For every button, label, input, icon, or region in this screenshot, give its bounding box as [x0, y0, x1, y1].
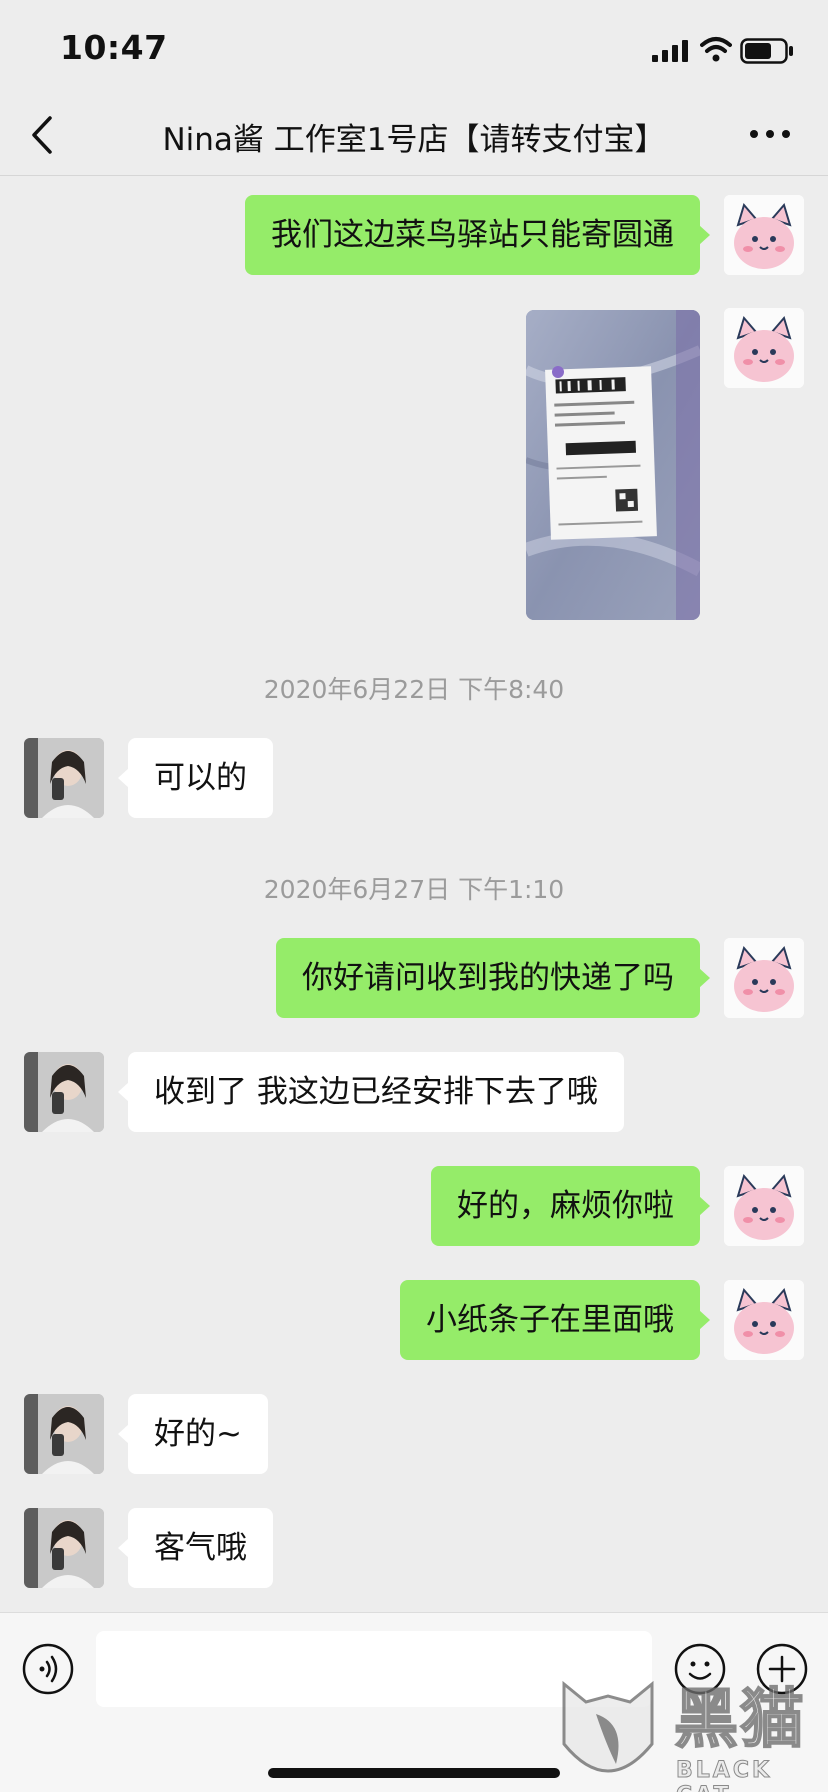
message-row: [0, 308, 828, 620]
message-row: 我们这边菜鸟驿站只能寄圆通: [0, 195, 828, 275]
chat-header: Nina酱 工作室1号店【请转支付宝】: [0, 96, 828, 176]
contact-avatar[interactable]: [24, 1508, 104, 1588]
my-avatar[interactable]: [724, 195, 804, 275]
battery-icon: [740, 38, 793, 64]
wifi-icon: [700, 37, 732, 62]
contact-avatar[interactable]: [24, 1052, 104, 1132]
message-row: 收到了 我这边已经安排下去了哦: [0, 1052, 828, 1132]
my-avatar[interactable]: [724, 938, 804, 1018]
contact-photo: [24, 738, 104, 818]
home-indicator: [268, 1768, 560, 1778]
pink-cat-avatar-icon: [724, 1166, 804, 1246]
my-message-bubble[interactable]: 我们这边菜鸟驿站只能寄圆通: [245, 195, 710, 275]
signal-icon: [652, 40, 688, 62]
timestamp: 2020年6月22日 下午8:40: [263, 675, 565, 704]
package-photo: [526, 310, 700, 620]
contact-message-bubble[interactable]: 客气哦: [118, 1508, 273, 1588]
my-avatar[interactable]: [724, 1280, 804, 1360]
my-message-bubble[interactable]: 好的，麻烦你啦: [431, 1166, 710, 1246]
voice-icon[interactable]: [22, 1643, 74, 1695]
message-row: 好的~: [0, 1394, 828, 1474]
watermark-title: 黑猫: [673, 1682, 806, 1758]
contact-avatar[interactable]: [24, 1394, 104, 1474]
contact-message-bubble[interactable]: 收到了 我这边已经安排下去了哦: [118, 1052, 624, 1132]
contact-photo: [24, 1052, 104, 1132]
pink-cat-avatar-icon: [724, 1280, 804, 1360]
status-time: 10:47: [60, 28, 168, 67]
my-avatar[interactable]: [724, 1166, 804, 1246]
pink-cat-avatar-icon: [724, 938, 804, 1018]
my-message-bubble[interactable]: 小纸条子在里面哦: [400, 1280, 710, 1360]
pink-cat-avatar-icon: [724, 308, 804, 388]
my-message-bubble[interactable]: 你好请问收到我的快递了吗: [276, 938, 710, 1018]
chat-title: Nina酱 工作室1号店【请转支付宝】: [162, 122, 666, 158]
more-icon[interactable]: [748, 124, 792, 144]
contact-message-bubble[interactable]: 可以的: [118, 738, 273, 818]
back-icon[interactable]: [28, 110, 60, 160]
watermark-subtitle: BLACK CAT: [676, 1758, 773, 1792]
message-row: 好的，麻烦你啦: [0, 1166, 828, 1246]
timestamp: 2020年6月27日 下午1:10: [263, 875, 565, 904]
my-avatar[interactable]: [724, 308, 804, 388]
contact-message-bubble[interactable]: 好的~: [118, 1394, 268, 1474]
message-row: 可以的: [0, 738, 828, 818]
status-bar: 10:47: [0, 0, 828, 96]
contact-avatar[interactable]: [24, 738, 104, 818]
message-row: 你好请问收到我的快递了吗: [0, 938, 828, 1018]
message-row: 客气哦: [0, 1508, 828, 1588]
contact-photo: [24, 1508, 104, 1588]
message-row: 小纸条子在里面哦: [0, 1280, 828, 1360]
cat-logo-icon: [562, 1680, 654, 1773]
package-photo-message[interactable]: [526, 310, 700, 620]
pink-cat-avatar-icon: [724, 195, 804, 275]
contact-photo: [24, 1394, 104, 1474]
blackcat-watermark: 黑猫 BLACK CAT: [556, 1668, 828, 1792]
